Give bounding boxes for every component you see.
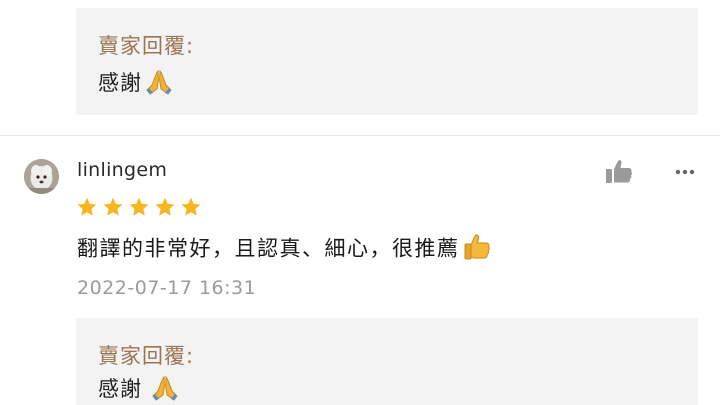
star-icon (128, 196, 150, 220)
star-rating (76, 196, 202, 220)
review-text-line: 翻譯的非常好，且認真、細心，很推薦 (77, 232, 492, 267)
seller-reply-text-line: 感謝 (98, 67, 174, 101)
review-page: 賣家回覆: 感謝 linlingem 翻譯的非常好，且認真、細心，很推薦 202… (0, 0, 720, 405)
seller-reply-text: 感謝 (98, 71, 142, 95)
review-divider (0, 135, 720, 136)
like-button[interactable] (604, 159, 634, 185)
reviewer-username[interactable]: linlingem (77, 159, 167, 181)
avatar[interactable] (24, 159, 59, 194)
seller-reply-text: 感謝 (98, 377, 142, 401)
star-icon (76, 196, 98, 220)
star-icon (102, 196, 124, 220)
seller-reply-label: 賣家回覆: (98, 34, 195, 58)
star-icon (154, 196, 176, 220)
seller-reply-previous: 賣家回覆: 感謝 (76, 8, 698, 115)
folded-hands-icon (144, 68, 174, 101)
seller-reply-text-line: 感謝 (98, 373, 180, 405)
thumbs-up-emoji-icon (462, 232, 492, 267)
review-text: 翻譯的非常好，且認真、細心，很推薦 (77, 236, 460, 261)
seller-reply: 賣家回覆: 感謝 (76, 318, 698, 405)
thumbs-up-icon (604, 160, 634, 189)
folded-hands-icon (150, 374, 180, 405)
star-icon (180, 196, 202, 220)
review-timestamp: 2022-07-17 16:31 (77, 277, 257, 299)
more-options-button[interactable] (672, 162, 698, 182)
seller-reply-label: 賣家回覆: (98, 344, 195, 368)
more-icon (672, 167, 698, 186)
